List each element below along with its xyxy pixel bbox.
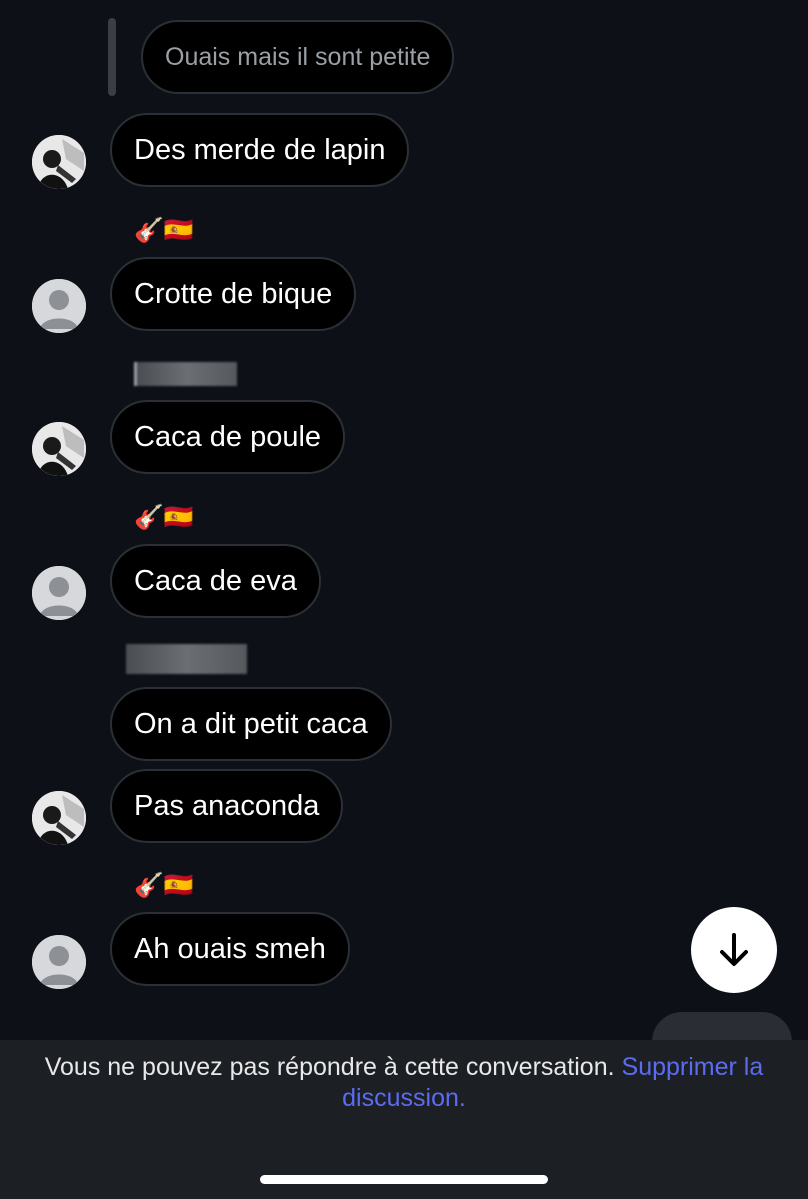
default-avatar-icon[interactable]	[32, 566, 86, 620]
replied-message-text: Ouais mais il sont petite	[165, 42, 431, 71]
notice-text: Vous ne pouvez pas répondre à cette conv…	[44, 1053, 615, 1081]
message-bubble[interactable]: Pas anaconda	[110, 769, 344, 843]
message-bubble[interactable]: On a dit petit caca	[110, 687, 392, 761]
message-text: Caca de poule	[134, 420, 322, 453]
reply-disabled-notice: Vous ne pouvez pas répondre à cette conv…	[0, 1052, 808, 1114]
message-text: Pas anaconda	[134, 789, 320, 822]
message-bubble[interactable]: Ah ouais smeh	[110, 912, 350, 986]
message-bubble[interactable]: Caca de poule	[110, 400, 346, 474]
message-text: Ah ouais smeh	[134, 932, 326, 965]
sender-name[interactable]: 🎸🇪🇸	[134, 216, 194, 245]
scroll-to-bottom-button[interactable]	[691, 907, 777, 993]
sender-tag: 🎸🇪🇸	[134, 872, 194, 899]
replied-message-preview[interactable]: Ouais mais il sont petite	[141, 20, 455, 94]
message-text: Crotte de bique	[134, 277, 333, 310]
sender-tag: 🎸🇪🇸	[134, 217, 194, 244]
default-avatar-icon[interactable]	[32, 279, 86, 333]
profile-photo-icon[interactable]	[32, 135, 86, 189]
reply-indicator-bar	[108, 18, 116, 96]
home-indicator	[260, 1175, 548, 1184]
redacted-sender-name	[126, 644, 247, 674]
default-avatar-icon[interactable]	[32, 935, 86, 989]
redacted-sender-name	[134, 362, 237, 386]
message-text: Des merde de lapin	[134, 133, 386, 166]
message-bubble[interactable]: Des merde de lapin	[110, 113, 410, 187]
message-bubble[interactable]: Caca de eva	[110, 544, 321, 618]
profile-photo-icon[interactable]	[32, 422, 86, 476]
message-text: Caca de eva	[134, 564, 297, 597]
sender-name[interactable]: 🎸🇪🇸	[134, 503, 194, 532]
profile-photo-icon[interactable]	[32, 791, 86, 845]
message-bubble[interactable]: Crotte de bique	[110, 257, 357, 331]
message-text: On a dit petit caca	[134, 707, 368, 740]
sender-name[interactable]: 🎸🇪🇸	[134, 871, 194, 900]
arrow-down-icon	[720, 933, 748, 966]
sender-tag: 🎸🇪🇸	[134, 504, 194, 531]
